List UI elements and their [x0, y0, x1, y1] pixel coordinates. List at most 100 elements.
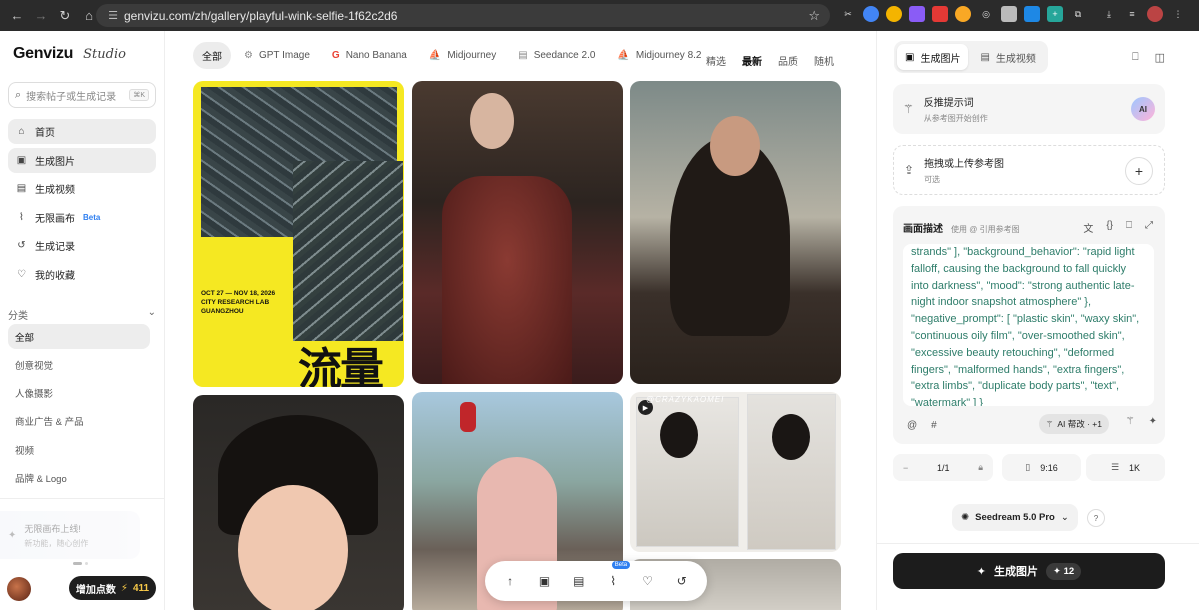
promo-card[interactable]: ✦ 无限画布上线! 新功能，随心创作	[0, 511, 140, 559]
extension-icon[interactable]	[886, 6, 902, 22]
tab-generate-image[interactable]: ▣ 生成图片	[897, 44, 969, 70]
chevron-down-icon: ⌄	[1060, 512, 1069, 523]
tab-all[interactable]: 全部	[193, 41, 231, 69]
extension-icon[interactable]	[1001, 6, 1017, 22]
sort-quality[interactable]: 品质	[778, 53, 798, 68]
sidebar-item-history[interactable]: ↺ 生成记录	[8, 233, 156, 258]
category-header[interactable]: 分类 ⌄	[8, 307, 156, 322]
lock-icon[interactable]: 🔒︎	[978, 462, 983, 473]
history-icon: ↺	[17, 240, 26, 251]
carousel-dots[interactable]	[73, 562, 88, 565]
sidebar-item-home[interactable]: ⌂ 首页	[8, 119, 156, 144]
extension-icon[interactable]	[863, 6, 879, 22]
logo[interactable]: Genvizu Studio	[13, 45, 126, 63]
logo-text: Genvizu	[13, 45, 74, 62]
sparkle-icon[interactable]: ✦	[1149, 416, 1157, 427]
sidebar-item-favorites[interactable]: ♡ 我的收藏	[8, 262, 156, 287]
canvas-icon[interactable]: ⌇ Beta	[602, 561, 631, 592]
ai-help-button[interactable]: ⚚ AI 帮改 · +1	[1038, 414, 1109, 434]
category-item[interactable]: 商业广告 & 产品	[8, 409, 150, 434]
scroll-top-icon[interactable]: ↑	[499, 570, 521, 592]
forward-icon[interactable]: →	[30, 5, 52, 27]
help-button[interactable]: ?	[1087, 509, 1105, 527]
canvas-icon: ⌇	[19, 211, 24, 223]
category-item[interactable]: 人像摄影	[8, 381, 150, 406]
gallery-card-wink-selfie[interactable]	[193, 395, 404, 610]
generate-label: 生成图片	[994, 566, 1039, 578]
tab-midjourney[interactable]: ⛵ Midjourney	[420, 44, 505, 67]
heart-icon[interactable]: ♡	[636, 570, 658, 592]
logo-subtext: Studio	[83, 47, 126, 62]
extension-icon[interactable]	[909, 6, 925, 22]
resolution-select[interactable]: ☰ 1K	[1086, 454, 1165, 481]
panel-toggle-icon[interactable]: ◫	[1155, 51, 1165, 64]
bookmark-star-icon[interactable]: ☆	[808, 8, 820, 24]
sidebar-item-generate-video[interactable]: ▤ 生成视频	[8, 176, 156, 201]
model-select[interactable]: ✺ Seedream 5.0 Pro ⌄	[952, 504, 1078, 531]
site-info-icon[interactable]: ☰	[102, 9, 124, 22]
magic-wand-icon[interactable]: ⚚	[1126, 416, 1135, 427]
gallery-card-portrait[interactable]	[630, 81, 841, 384]
sort-random[interactable]: 随机	[814, 53, 834, 68]
home-icon: ⌂	[18, 126, 25, 137]
category-item[interactable]: 视频	[8, 437, 150, 462]
reverse-prompt-card[interactable]: ⚚ 反推提示词 从参考图开始创作 AI	[893, 84, 1165, 134]
sort-featured[interactable]: 精选	[706, 53, 726, 68]
hashtag-icon[interactable]: #	[931, 420, 937, 431]
gallery-card-video[interactable]: ▶ @CRAZYKAOMEI	[630, 392, 841, 552]
film-icon[interactable]: ▤	[568, 570, 590, 592]
category-item[interactable]: 创意视觉	[8, 352, 150, 377]
category-item[interactable]: 全部	[8, 324, 150, 349]
tab-midjourney-82[interactable]: ⛵ Midjourney 8.2	[608, 44, 710, 67]
sort-latest[interactable]: 最新	[742, 53, 762, 68]
reload-icon[interactable]: ↻	[54, 5, 76, 27]
search-input[interactable]: ⌕ 搜索帖子或生成记录 ⌘K	[8, 82, 156, 108]
aspect-ratio-select[interactable]: ▯ 9:16	[1002, 454, 1081, 481]
extension-icon[interactable]	[955, 6, 971, 22]
add-reference-button[interactable]: +	[1125, 157, 1153, 185]
extension-icon[interactable]: +	[1047, 6, 1063, 22]
tab-label: Midjourney	[447, 49, 497, 61]
gallery-card-poster[interactable]: OCT 27 — NOV 18, 2026 CITY RESEARCH LAB …	[193, 81, 404, 387]
media-icon[interactable]: ≡	[1124, 6, 1140, 22]
tab-nano-banana[interactable]: G Nano Banana	[323, 44, 416, 67]
puzzle-icon[interactable]: ⧉	[1070, 6, 1086, 22]
upload-reference-card[interactable]: ⇪ 拖拽或上传参考图 可选 +	[893, 145, 1165, 195]
mention-icon[interactable]: @	[907, 420, 917, 431]
extension-icon[interactable]	[932, 6, 948, 22]
minus-icon[interactable]: −	[903, 463, 908, 473]
translate-icon[interactable]: 文	[1083, 220, 1093, 235]
tab-generate-video[interactable]: ▤ 生成视频	[972, 44, 1043, 70]
expand-icon[interactable]: ⤢	[1145, 220, 1153, 235]
history-icon[interactable]: ↺	[671, 570, 693, 592]
more-icon[interactable]: ⋮	[1170, 6, 1186, 22]
category-item[interactable]: 品牌 & Logo	[8, 465, 150, 490]
json-icon[interactable]: {}	[1106, 220, 1113, 235]
sidebar-item-generate-image[interactable]: ▣ 生成图片	[8, 147, 156, 173]
count-stepper[interactable]: − 1/1 🔒︎	[893, 454, 993, 481]
profile-avatar[interactable]	[1147, 6, 1163, 22]
sparkle-icon: ✦	[976, 565, 987, 578]
extension-icon[interactable]: ◎	[978, 6, 994, 22]
back-icon[interactable]: ←	[6, 5, 28, 27]
tab-seedance[interactable]: ▤ Seedance 2.0	[509, 44, 604, 67]
tab-gpt-image[interactable]: ⚙ GPT Image	[235, 44, 319, 67]
face-shape	[710, 116, 760, 176]
main-menu: ⌂ 首页 ▣ 生成图片 ▤ 生成视频 ⌇ 无限画布 Beta ↺ 生成记录 ♡ 我的收藏	[8, 119, 156, 290]
gallery-card-portrait[interactable]	[412, 81, 623, 384]
extension-icon[interactable]: ✂	[840, 6, 856, 22]
bookmark-icon[interactable]: ⎕	[1126, 220, 1132, 235]
resolution-value: 1K	[1129, 462, 1141, 473]
bookmark-icon[interactable]: ⎕	[1132, 51, 1139, 64]
prompt-textarea[interactable]: strands" ], "background_behavior": "rapi…	[903, 244, 1154, 406]
avatar[interactable]	[7, 577, 31, 601]
image-icon[interactable]: ▣	[533, 570, 555, 592]
sidebar-item-canvas[interactable]: ⌇ 无限画布 Beta	[8, 205, 156, 230]
magic-wand-icon: ⚚	[903, 102, 914, 116]
generate-cost-value: 12	[1063, 565, 1075, 577]
add-credits-button[interactable]: 增加点数 ⚡ 411	[69, 576, 156, 600]
extension-icon[interactable]	[1024, 6, 1040, 22]
download-icon[interactable]: ⤓	[1101, 6, 1117, 22]
address-bar[interactable]: ☰ genvizu.com/zh/gallery/playful-wink-se…	[96, 4, 830, 27]
generate-button[interactable]: ✦ 生成图片 ✦ 12	[893, 553, 1165, 589]
